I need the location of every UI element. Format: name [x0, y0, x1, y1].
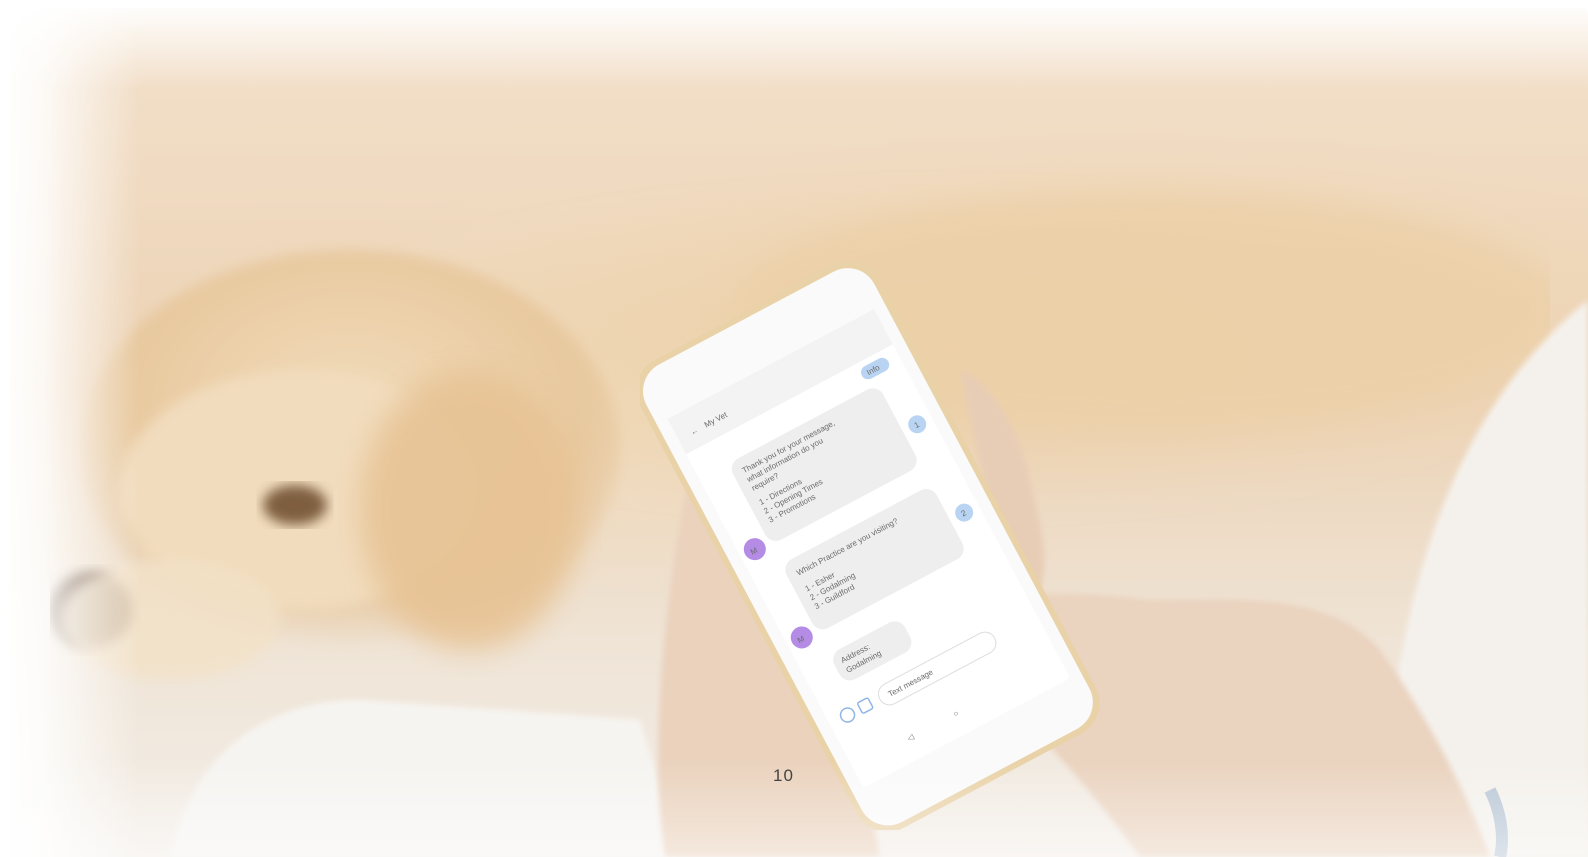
page-number: 10: [773, 766, 794, 785]
smartphone: ← My Vet Info Thank you for your message…: [640, 261, 1100, 830]
top-fade-overlay: [0, 0, 1588, 90]
page: ← My Vet Info Thank you for your message…: [0, 0, 1588, 857]
bottom-fade-overlay: [0, 760, 1588, 857]
left-fade-overlay: [0, 0, 140, 857]
